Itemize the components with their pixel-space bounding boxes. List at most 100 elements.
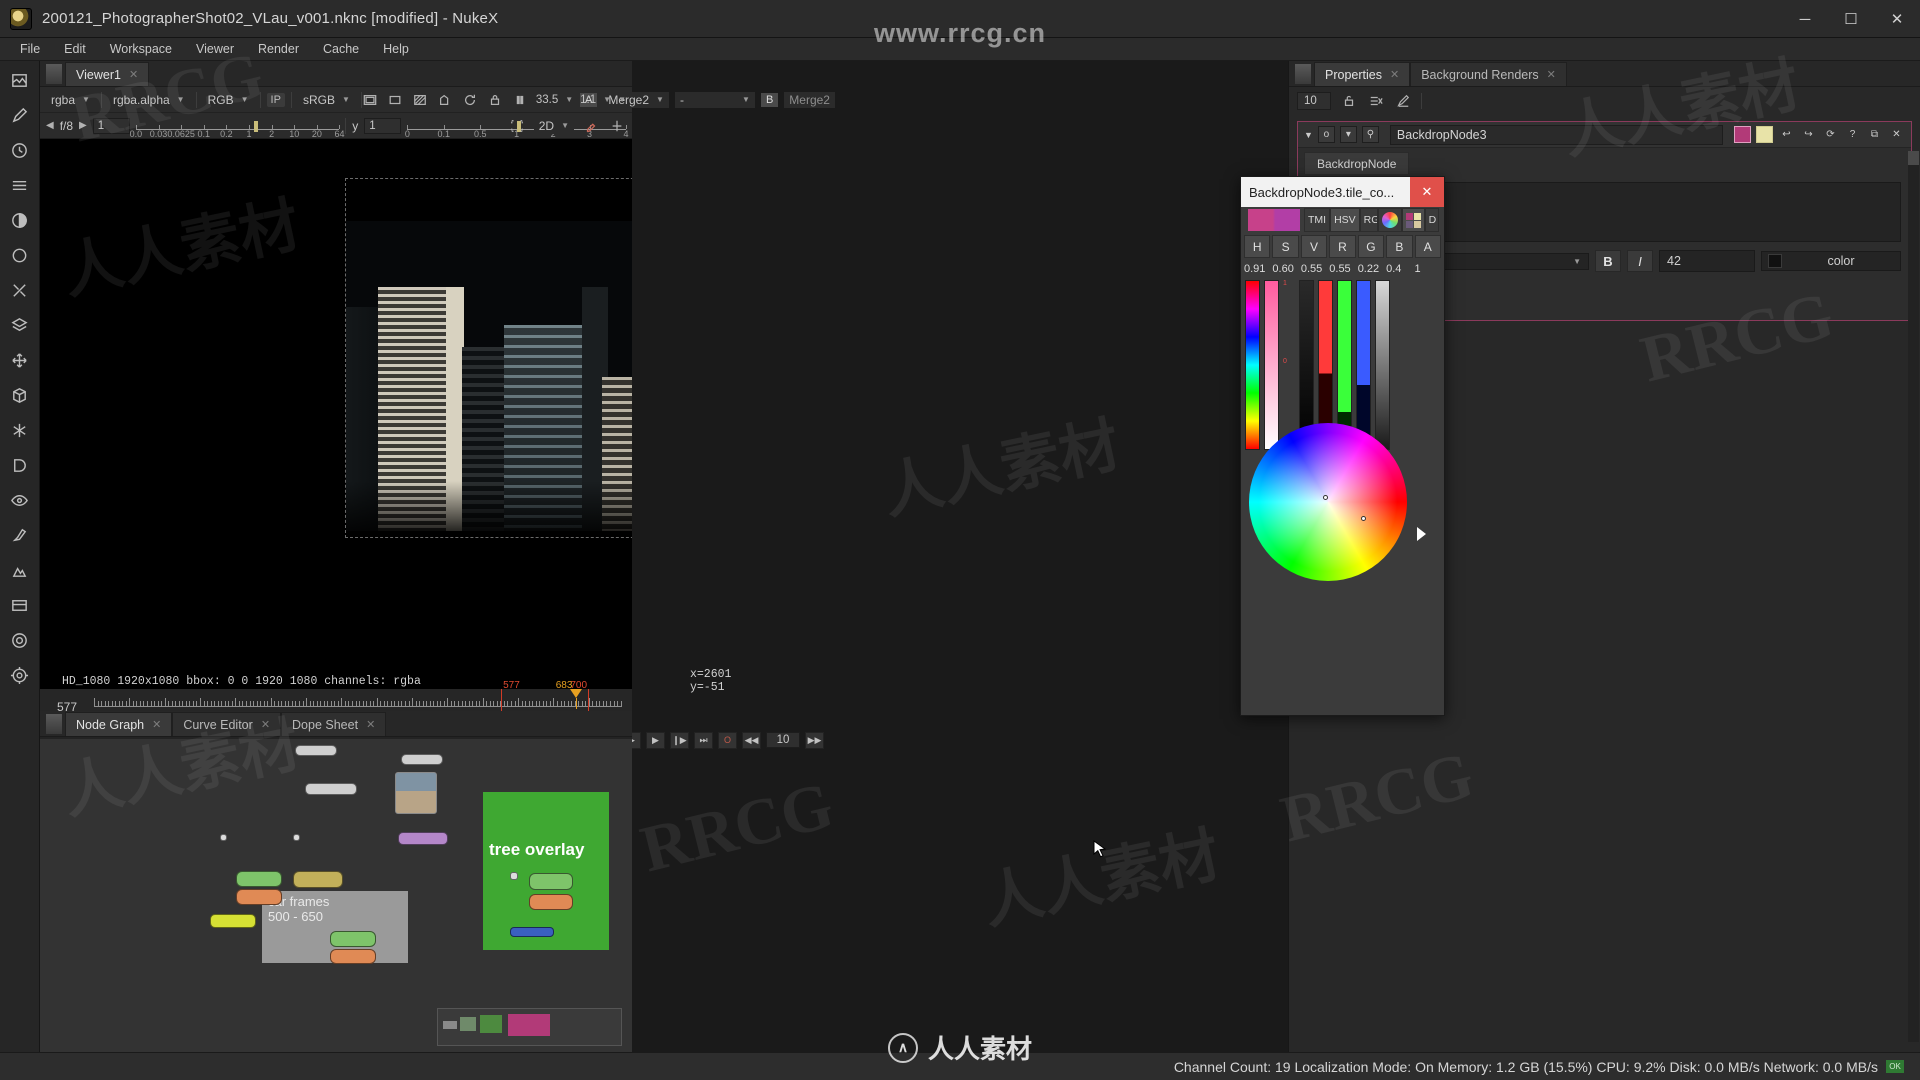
gain-next-icon[interactable]: ▶ — [79, 120, 87, 131]
gain-input[interactable] — [92, 117, 130, 134]
node-thumbnail[interactable] — [395, 772, 437, 814]
metadata-tools-icon[interactable] — [7, 592, 33, 618]
value-v[interactable]: 0.55 — [1301, 263, 1327, 275]
tab-dope-sheet-close[interactable]: ✕ — [366, 718, 375, 731]
node-read-b[interactable] — [401, 754, 443, 765]
color-picker-dialog[interactable]: BackdropNode3.tile_co... ✕ TMI HSV RGB D… — [1240, 176, 1445, 716]
slider-alpha[interactable] — [1375, 280, 1390, 450]
node-tree-green[interactable] — [529, 873, 573, 890]
menu-file[interactable]: File — [8, 40, 52, 58]
node-name-field[interactable]: BackdropNode3 — [1389, 124, 1723, 145]
node-orange-1[interactable] — [236, 889, 282, 905]
collapse-icon[interactable]: ▼ — [1304, 130, 1313, 140]
menu-render[interactable]: Render — [246, 40, 311, 58]
font-size-field[interactable]: 42 — [1659, 250, 1755, 272]
tab-properties[interactable]: Properties ✕ — [1314, 62, 1411, 86]
mode-wheel-icon[interactable] — [1377, 208, 1402, 232]
max-panels-field[interactable]: 10 — [1297, 92, 1331, 110]
zoom-ratio[interactable]: 1:1 — [580, 94, 596, 106]
undo-icon[interactable]: ↩ — [1778, 126, 1795, 143]
tab-dope-sheet[interactable]: Dope Sheet ✕ — [281, 712, 387, 736]
channel-tools-icon[interactable] — [7, 172, 33, 198]
mode-grid-icon[interactable] — [1401, 208, 1425, 232]
ptab-backdropnode[interactable]: BackdropNode — [1304, 152, 1410, 174]
node-tree-dot[interactable] — [510, 872, 518, 880]
tab-background-renders[interactable]: Background Renders ✕ — [1410, 62, 1567, 86]
node-color-swatch-cream[interactable] — [1756, 126, 1773, 143]
filter-tools-icon[interactable] — [7, 242, 33, 268]
color-wheel-selected-marker[interactable] — [1361, 516, 1366, 521]
checkerboard-icon[interactable] — [411, 92, 429, 108]
channel-a[interactable]: A — [1414, 235, 1441, 258]
gain-slider[interactable]: 0.0 0.03 0.0625 0.1 0.2 1 2 10 20 64 — [130, 117, 344, 139]
menu-workspace[interactable]: Workspace — [98, 40, 184, 58]
properties-scrollbar[interactable] — [1908, 151, 1919, 1042]
color-tools-icon[interactable] — [7, 207, 33, 233]
node-tree-orange[interactable] — [529, 894, 573, 910]
channel-h[interactable]: H — [1244, 235, 1271, 258]
node-green-1[interactable] — [236, 871, 282, 887]
mode-rgb[interactable]: RGB — [1359, 208, 1378, 232]
value-a[interactable]: 1 — [1415, 263, 1441, 275]
node-green-car[interactable] — [330, 931, 376, 947]
lock-icon[interactable] — [486, 92, 504, 108]
refresh-icon[interactable] — [461, 92, 479, 108]
float-panel-icon[interactable]: ⧉ — [1866, 126, 1883, 143]
mode-hsv[interactable]: HSV — [1330, 208, 1360, 232]
unlock-icon[interactable] — [1340, 93, 1358, 109]
revert-icon[interactable]: ⟳ — [1822, 126, 1839, 143]
panel-grip[interactable] — [46, 714, 62, 734]
status-badge[interactable]: OK — [1886, 1060, 1904, 1073]
close-button[interactable]: ✕ — [1874, 0, 1920, 38]
menu-cache[interactable]: Cache — [311, 40, 371, 58]
scroll-up-arrow[interactable] — [1908, 151, 1919, 165]
play-forward-button[interactable]: ▶ — [646, 731, 665, 749]
value-h[interactable]: 0.91 — [1244, 263, 1270, 275]
wipe-icon[interactable] — [608, 118, 626, 134]
particles-tools-icon[interactable] — [7, 417, 33, 443]
slider-blue[interactable] — [1356, 280, 1371, 450]
channel-b[interactable]: B — [1386, 235, 1413, 258]
merge-tools-icon[interactable] — [7, 312, 33, 338]
menu-edit[interactable]: Edit — [52, 40, 98, 58]
input-b-dropdown[interactable]: Merge2 — [784, 91, 835, 108]
operation-dropdown[interactable]: - ▼ — [674, 91, 755, 108]
node-read-c[interactable] — [305, 783, 357, 795]
node-read-a[interactable] — [295, 745, 337, 756]
set-out-button[interactable]: O — [718, 731, 737, 749]
tab-viewer1-close[interactable]: ✕ — [129, 68, 138, 81]
slider-saturation[interactable] — [1264, 280, 1279, 450]
3d-tools-icon[interactable] — [7, 382, 33, 408]
zoom-level[interactable]: 33.5 — [536, 94, 558, 106]
tab-properties-close[interactable]: ✕ — [1390, 68, 1399, 81]
channels-dropdown[interactable]: rgba ▼ — [46, 91, 95, 108]
redo-icon[interactable]: ↪ — [1800, 126, 1817, 143]
color-wheel[interactable] — [1249, 423, 1426, 581]
channel-r[interactable]: R — [1329, 235, 1356, 258]
channel-v[interactable]: V — [1300, 235, 1328, 258]
timeline-in-marker[interactable]: 577 — [501, 680, 520, 711]
deep-tools-icon[interactable] — [7, 452, 33, 478]
color-picker-close-button[interactable]: ✕ — [1410, 177, 1444, 207]
close-all-icon[interactable] — [1367, 93, 1385, 109]
increment-button[interactable]: ▶▶ — [805, 731, 824, 749]
maximize-button[interactable]: ☐ — [1828, 0, 1874, 38]
clipwarning-icon[interactable] — [436, 92, 454, 108]
last-frame-button[interactable]: ⏭ — [694, 731, 713, 749]
slider-knob[interactable] — [253, 120, 258, 132]
plugin-tools-icon[interactable] — [7, 627, 33, 653]
region-of-interest-icon[interactable] — [508, 118, 526, 134]
color-wheel-center-marker[interactable] — [1323, 495, 1328, 500]
viewer-mode-dropdown[interactable]: 2D ▼ — [533, 117, 574, 134]
italic-button[interactable]: I — [1627, 250, 1653, 272]
paint-tools-icon[interactable] — [7, 522, 33, 548]
colorspace-dropdown[interactable]: sRGB ▼ — [297, 91, 355, 108]
value-r[interactable]: 0.55 — [1329, 263, 1355, 275]
transform-tools-icon[interactable] — [7, 347, 33, 373]
color-picker-icon[interactable] — [582, 118, 600, 134]
display-mode-dropdown[interactable]: RGB ▼ — [202, 91, 254, 108]
keyer-tools-icon[interactable] — [7, 277, 33, 303]
proxy-icon[interactable] — [386, 92, 404, 108]
menu-viewer[interactable]: Viewer — [184, 40, 246, 58]
color-wheel-value-arrow[interactable] — [1417, 527, 1426, 541]
